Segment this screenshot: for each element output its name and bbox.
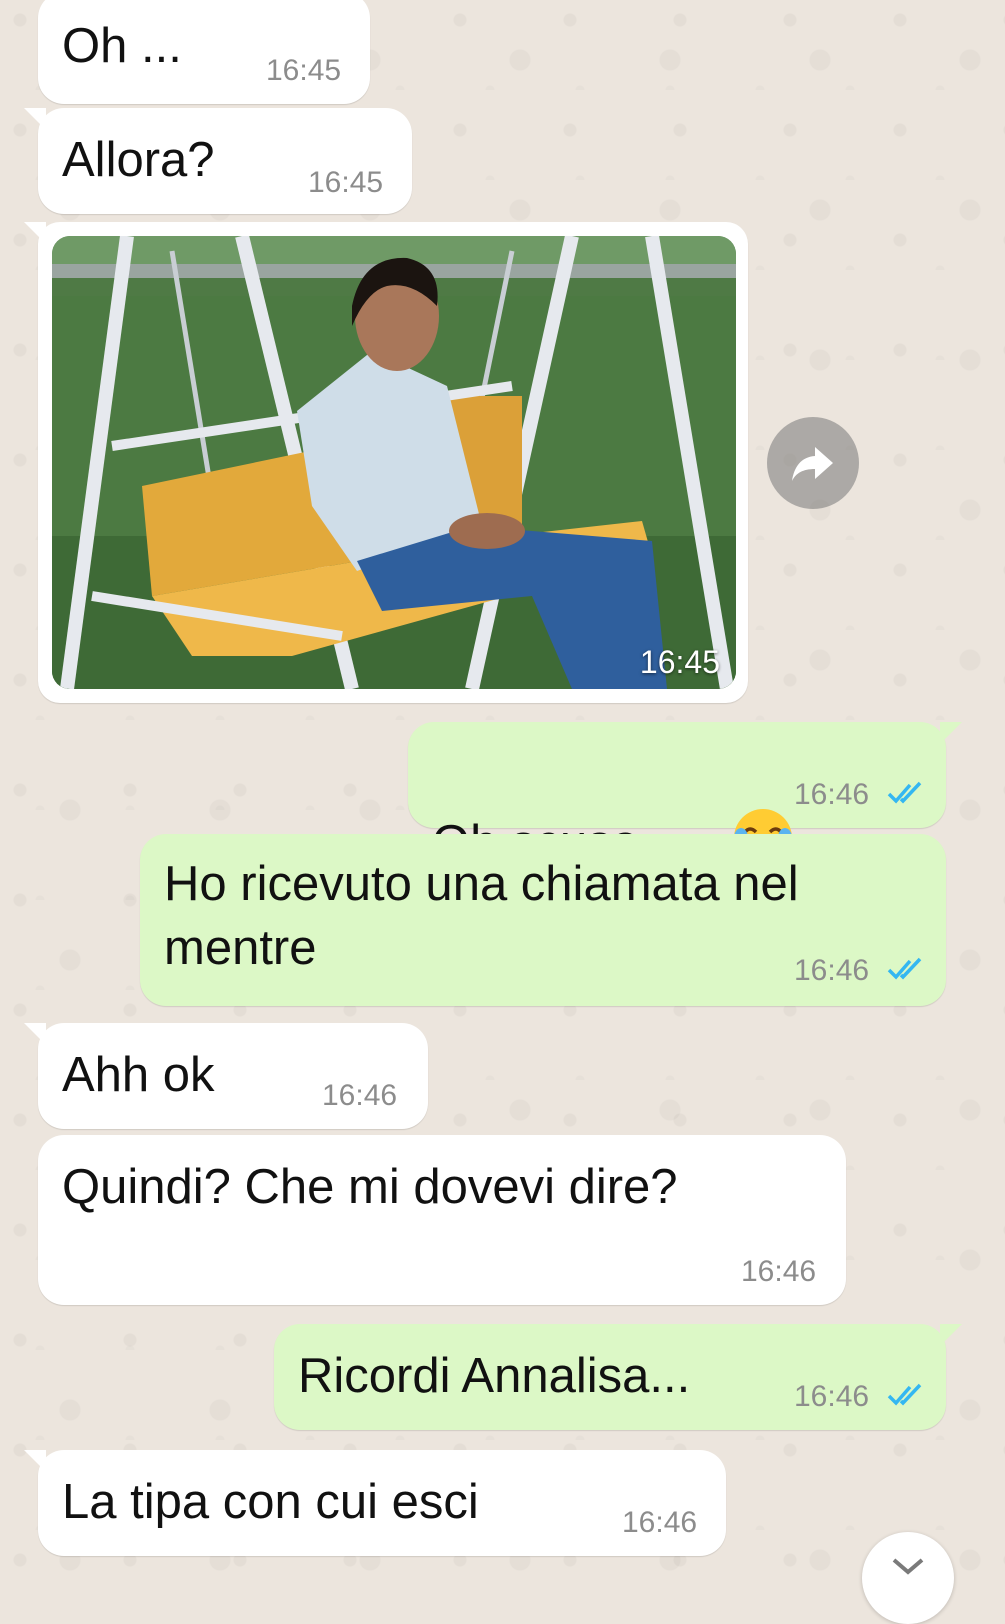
message-text: Ho ricevuto una chiamata nel mentre [164, 857, 799, 975]
message-time: 16:46 [622, 1506, 698, 1539]
message-time: 16:46 [794, 954, 870, 987]
message-bubble-incoming[interactable]: Ahh ok 16:46 [24, 1023, 428, 1129]
message-bubble-incoming[interactable]: Oh ... 16:45 [38, 0, 370, 104]
image-message-bubble[interactable]: 16:45 [24, 222, 748, 703]
double-check-icon [887, 957, 922, 980]
message-photo[interactable]: 16:45 [52, 236, 736, 689]
message-bubble-outgoing[interactable]: Oh scusa 16:46 [408, 722, 962, 870]
double-check-icon [887, 1383, 922, 1406]
message-time: 16:46 [794, 778, 870, 811]
message-time: 16:46 [322, 1079, 398, 1112]
message-text: Ricordi Annalisa... [298, 1349, 691, 1403]
message-time: 16:45 [308, 166, 384, 199]
message-time: 16:46 [794, 1380, 870, 1413]
message-bubble-incoming[interactable]: Allora? 16:45 [24, 108, 412, 214]
scroll-to-bottom-button[interactable] [862, 1532, 954, 1624]
forward-button[interactable] [767, 417, 859, 509]
message-text: Oh ... [62, 19, 182, 73]
message-time: 16:45 [266, 54, 342, 87]
meme-image [52, 236, 736, 689]
chevron-down-icon [892, 1558, 924, 1575]
message-bubble-outgoing[interactable]: Ricordi Annalisa... 16:46 [274, 1324, 962, 1430]
message-bubble-outgoing[interactable]: Ho ricevuto una chiamata nel mentre 16:4… [140, 834, 946, 1006]
message-bubble-incoming[interactable]: Quindi? Che mi dovevi dire? 16:46 [38, 1135, 846, 1305]
message-time: 16:46 [741, 1255, 817, 1288]
message-text: Quindi? Che mi dovevi dire? [62, 1160, 678, 1214]
message-text: La tipa con cui esci [62, 1475, 479, 1529]
message-time: 16:45 [639, 644, 720, 680]
forward-arrow-icon [792, 447, 833, 481]
message-text: Allora? [62, 133, 215, 187]
double-check-icon [887, 781, 922, 804]
message-bubble-incoming[interactable]: La tipa con cui esci 16:46 [24, 1450, 726, 1556]
message-text: Ahh ok [62, 1048, 215, 1102]
